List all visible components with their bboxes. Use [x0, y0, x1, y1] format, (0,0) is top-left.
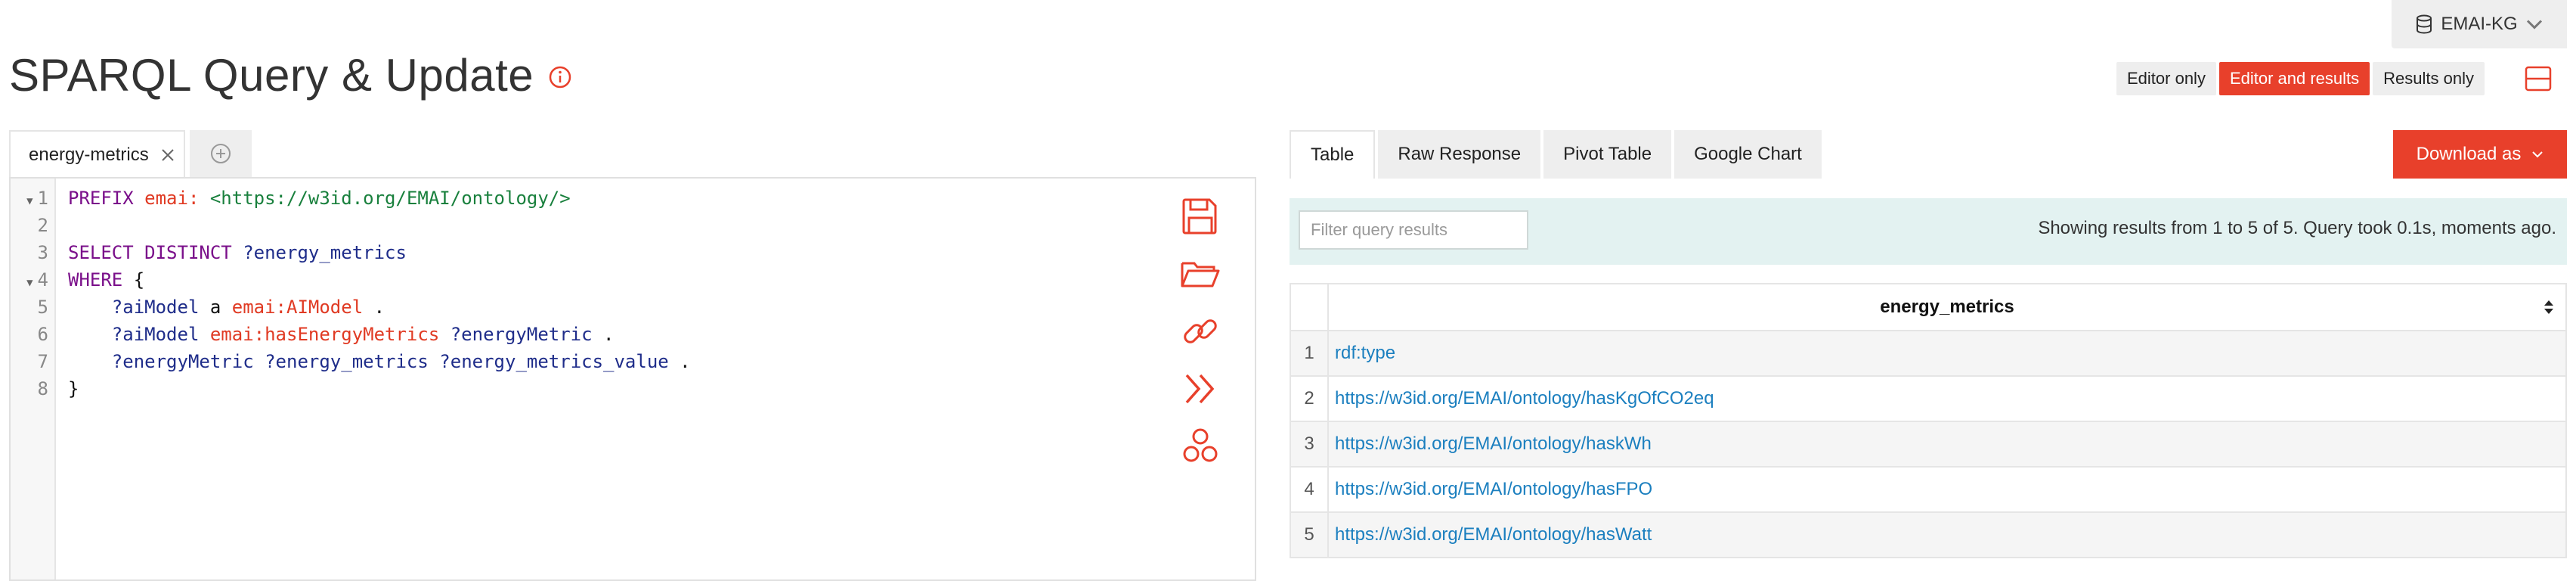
result-link[interactable]: https://w3id.org/EMAI/ontology/hasFPO — [1335, 479, 1652, 499]
row-number: 1 — [1290, 330, 1329, 377]
editor-only-button[interactable]: Editor only — [2116, 62, 2216, 95]
tab-raw-response[interactable]: Raw Response — [1378, 130, 1541, 179]
row-number: 2 — [1290, 375, 1329, 422]
result-link[interactable]: https://w3id.org/EMAI/ontology/hasWatt — [1335, 524, 1652, 545]
tab-energy-metrics[interactable]: energy-metrics — [9, 130, 185, 179]
tab-pivot-table[interactable]: Pivot Table — [1543, 130, 1672, 179]
repository-name: EMAI-KG — [2441, 14, 2518, 34]
row-number: 5 — [1290, 511, 1329, 558]
cell-energy-metrics: https://w3id.org/EMAI/ontology/hasFPO — [1327, 466, 2567, 513]
share-icon[interactable] — [1179, 425, 1221, 468]
editor-and-results-button[interactable]: Editor and results — [2218, 62, 2370, 95]
line-number: 5 — [37, 297, 48, 318]
line-number: 2 — [37, 215, 48, 236]
filter-query-results-input[interactable] — [1299, 210, 1528, 250]
page-title: SPARQL Query & Update — [9, 50, 534, 101]
query-code[interactable]: PREFIX emai: <https://w3id.org/EMAI/onto… — [68, 185, 691, 402]
link-icon[interactable] — [1179, 310, 1221, 353]
folder-open-icon[interactable] — [1179, 253, 1221, 295]
info-icon[interactable] — [548, 65, 572, 89]
layout-split-icon[interactable] — [2523, 64, 2553, 94]
chevron-down-icon — [2532, 151, 2543, 158]
cell-energy-metrics: https://w3id.org/EMAI/ontology/hasKgOfCO… — [1327, 375, 2567, 422]
download-as-button[interactable]: Download as — [2393, 130, 2567, 179]
close-icon[interactable] — [159, 147, 176, 163]
table-row: 5 https://w3id.org/EMAI/ontology/hasWatt — [1290, 511, 2567, 558]
line-number: 3 — [37, 242, 48, 263]
results-table: energy_metrics 1 rdf:type 2 https://w3id… — [1290, 283, 2567, 558]
line-number: ▼ 4 — [26, 269, 48, 290]
add-tab-button[interactable] — [189, 130, 252, 177]
editor-tabs: energy-metrics — [9, 130, 252, 179]
cell-energy-metrics: https://w3id.org/EMAI/ontology/haskWh — [1327, 421, 2567, 468]
result-link[interactable]: https://w3id.org/EMAI/ontology/hasKgOfCO… — [1335, 388, 1714, 409]
chevron-down-icon — [2526, 20, 2542, 30]
table-row: 1 rdf:type — [1290, 330, 2567, 377]
tab-google-chart[interactable]: Google Chart — [1674, 130, 1822, 179]
database-icon — [2417, 14, 2432, 34]
results-status: Showing results from 1 to 5 of 5. Query … — [2038, 218, 2556, 238]
tab-label: energy-metrics — [29, 144, 149, 165]
results-tabs: Table Raw Response Pivot Table Google Ch… — [1290, 130, 1822, 179]
result-link[interactable]: https://w3id.org/EMAI/ontology/haskWh — [1335, 433, 1652, 454]
row-number: 3 — [1290, 421, 1329, 468]
save-icon[interactable] — [1179, 195, 1221, 238]
column-header-label: energy_metrics — [1880, 297, 2014, 317]
table-row: 3 https://w3id.org/EMAI/ontology/haskWh — [1290, 421, 2567, 468]
line-number: 6 — [37, 324, 48, 345]
repository-selector[interactable]: EMAI-KG — [2392, 0, 2567, 48]
tab-table[interactable]: Table — [1290, 130, 1376, 179]
cell-energy-metrics: https://w3id.org/EMAI/ontology/hasWatt — [1327, 511, 2567, 558]
result-link[interactable]: rdf:type — [1335, 343, 1395, 363]
download-label: Download as — [2416, 144, 2522, 164]
line-number: ▼ 1 — [26, 188, 48, 209]
row-number: 4 — [1290, 466, 1329, 513]
column-header[interactable]: energy_metrics — [1327, 283, 2567, 331]
sort-icon[interactable] — [2543, 298, 2555, 316]
add-tab-icon — [210, 144, 231, 163]
table-row: 4 https://w3id.org/EMAI/ontology/hasFPO — [1290, 466, 2567, 513]
view-mode-toggle: Editor only Editor and results Results o… — [2116, 62, 2485, 95]
line-gutter: ▼ 1 2 3 ▼ 4 5 6 7 8 — [11, 179, 56, 579]
line-number: 8 — [37, 378, 48, 399]
line-number: 7 — [37, 351, 48, 372]
cell-energy-metrics: rdf:type — [1327, 330, 2567, 377]
table-row: 2 https://w3id.org/EMAI/ontology/hasKgOf… — [1290, 375, 2567, 422]
results-only-button[interactable]: Results only — [2373, 62, 2485, 95]
results-info-bar: Showing results from 1 to 5 of 5. Query … — [1290, 198, 2567, 265]
query-editor[interactable]: ▼ 1 2 3 ▼ 4 5 6 7 8 PREFIX emai: <https://… — [9, 177, 1256, 581]
row-number-header — [1290, 283, 1329, 331]
editor-toolbar — [1179, 195, 1229, 483]
expand-icon[interactable] — [1179, 368, 1221, 410]
